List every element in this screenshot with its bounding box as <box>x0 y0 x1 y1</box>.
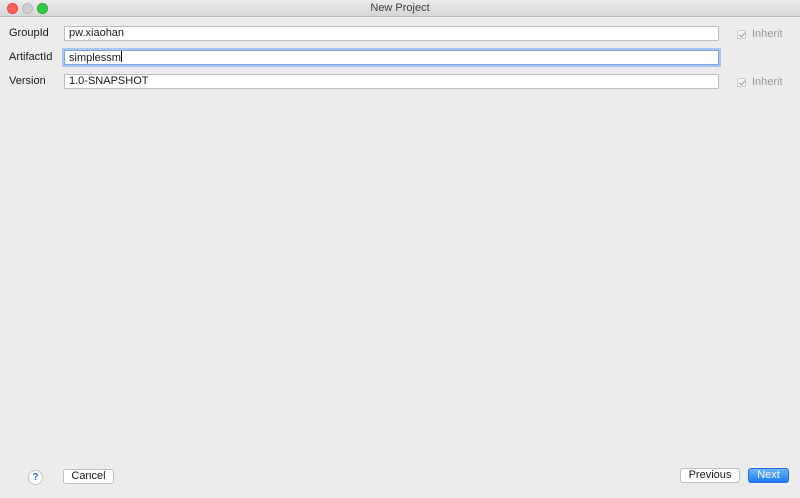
artifact-id-label: ArtifactId <box>9 51 53 63</box>
group-id-value: pw.xiaohan <box>69 27 125 39</box>
window-title: New Project <box>370 2 430 14</box>
title-bar: New Project <box>0 0 800 17</box>
checkbox-check-icon <box>737 29 746 39</box>
group-id-inherit-checkbox[interactable]: Inherit <box>737 27 783 41</box>
group-id-inherit-label: Inherit <box>752 28 783 40</box>
help-button[interactable]: ? <box>28 470 43 485</box>
version-inherit-label: Inherit <box>752 76 783 88</box>
checkbox-check-icon <box>737 77 746 87</box>
version-value: 1.0-SNAPSHOT <box>69 75 149 87</box>
group-id-label: GroupId <box>9 27 49 39</box>
text-caret <box>120 51 122 62</box>
version-inherit-checkbox[interactable]: Inherit <box>737 75 783 89</box>
next-button[interactable]: Next <box>748 468 789 483</box>
artifact-id-input[interactable]: simplessm <box>64 50 719 65</box>
previous-button[interactable]: Previous <box>680 468 740 483</box>
group-id-input[interactable]: pw.xiaohan <box>64 26 719 41</box>
cancel-button[interactable]: Cancel <box>63 469 114 484</box>
version-label: Version <box>9 75 46 87</box>
help-icon: ? <box>32 472 39 483</box>
version-input[interactable]: 1.0-SNAPSHOT <box>64 74 719 89</box>
artifact-id-value: simplessm <box>69 52 121 64</box>
